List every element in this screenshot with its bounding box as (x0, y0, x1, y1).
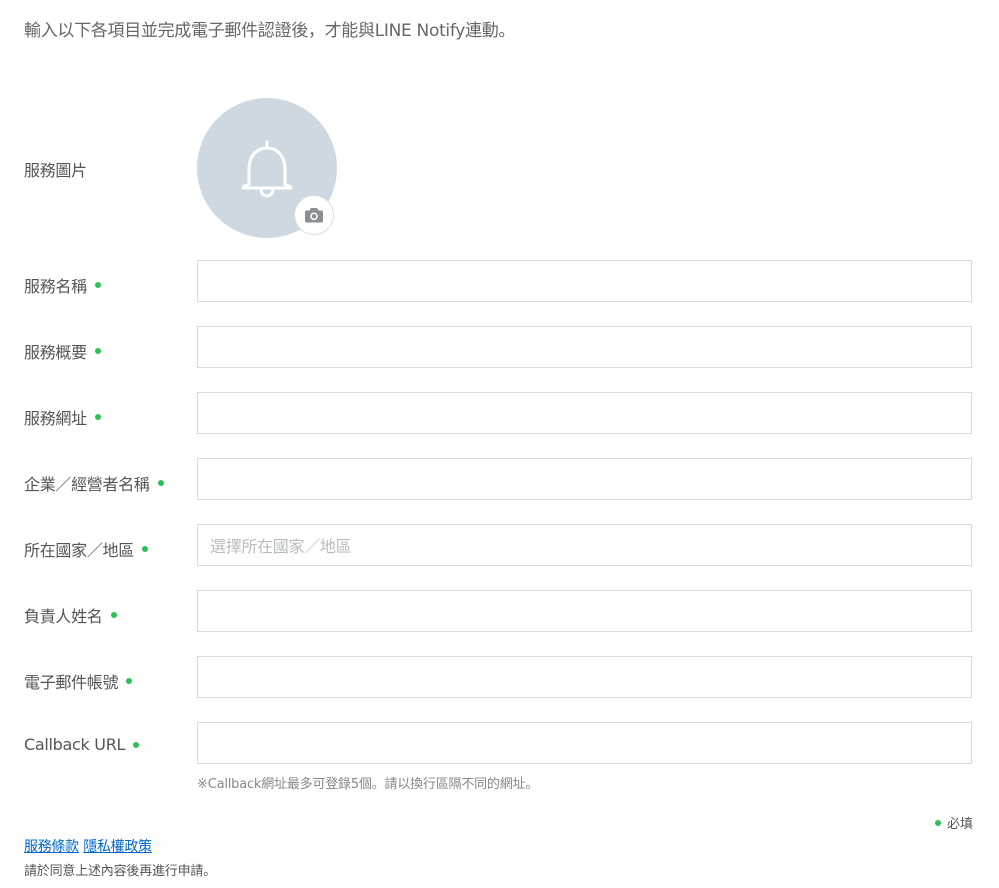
country-region-select[interactable]: 選擇所在國家／地區 (197, 524, 972, 566)
callback-url-label: Callback URL (24, 735, 140, 754)
company-name-input[interactable] (197, 458, 972, 500)
service-image-label: 服務圖片 (24, 161, 87, 180)
service-url-label: 服務網址 (24, 405, 101, 429)
agree-notice: 請於同意上述內容後再進行申請。 (24, 864, 217, 879)
country-region-label: 所在國家／地區 (24, 537, 148, 561)
email-input[interactable] (197, 656, 972, 698)
required-dot (94, 348, 101, 354)
required-dot (94, 414, 101, 420)
required-dot (94, 282, 101, 288)
callback-url-input[interactable] (197, 722, 972, 764)
service-summary-label: 服務概要 (24, 339, 101, 363)
required-dot (157, 480, 164, 486)
callback-url-note: ※Callback網址最多可登錄5個。請以換行區隔不同的網址。 (197, 777, 539, 792)
terms-of-service-link[interactable]: 服務條款 (24, 839, 79, 855)
email-label: 電子郵件帳號 (24, 669, 133, 693)
country-region-placeholder: 選擇所在國家／地區 (210, 537, 352, 556)
bell-icon (241, 140, 293, 198)
service-summary-input[interactable] (197, 326, 972, 368)
required-legend: 必填 (934, 813, 973, 832)
company-name-label: 企業／經營者名稱 (24, 471, 164, 495)
notify-service-registration-form: 輸入以下各項目並完成電子郵件認證後，才能與LINE Notify連動。 服務圖片… (0, 0, 999, 888)
policy-links: 服務條款 隱私權政策 (24, 836, 152, 856)
camera-icon (305, 208, 323, 223)
required-dot (133, 741, 140, 748)
upload-image-button[interactable] (294, 195, 334, 235)
privacy-policy-link[interactable]: 隱私權政策 (83, 839, 152, 855)
required-dot (126, 678, 133, 684)
required-dot (934, 819, 941, 826)
contact-name-label: 負責人姓名 (24, 603, 117, 627)
required-dot (141, 546, 148, 552)
service-name-label: 服務名稱 (24, 273, 101, 297)
service-name-input[interactable] (197, 260, 972, 302)
service-url-input[interactable] (197, 392, 972, 434)
intro-text: 輸入以下各項目並完成電子郵件認證後，才能與LINE Notify連動。 (24, 21, 516, 41)
required-dot (110, 612, 117, 618)
contact-name-input[interactable] (197, 590, 972, 632)
